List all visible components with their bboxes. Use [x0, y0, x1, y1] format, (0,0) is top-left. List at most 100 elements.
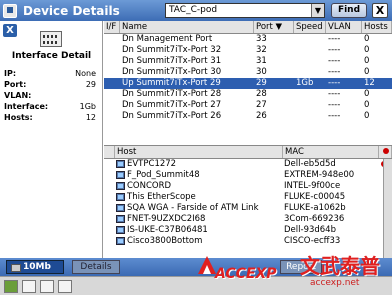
window-title: Device Details [23, 3, 120, 18]
host-mac: 3Com-669236 [284, 214, 345, 224]
host-row[interactable]: This EtherScope FLUKE-c00045 [104, 192, 392, 203]
col-select[interactable] [104, 146, 115, 158]
port-row[interactable]: Dn Summit7iTx-Port 31 31 ---- 0 [104, 56, 392, 67]
port-cell-if [104, 89, 120, 100]
network-icon[interactable] [22, 280, 36, 293]
port-cell-speed [294, 89, 326, 100]
port-cell-port: 27 [256, 100, 267, 110]
device-search-combobox[interactable]: TAC_C-pod ▼ [165, 3, 325, 18]
host-mac: Dell-93d64b [284, 225, 336, 235]
port-cell-vlan: ---- [328, 45, 341, 55]
host-name: CONCORD [127, 181, 172, 191]
host-mac: EXTREM-948e00 [284, 170, 355, 180]
port-cell-speed [294, 34, 326, 45]
col-name[interactable]: Name [120, 21, 254, 33]
col-hosts[interactable]: Hosts [362, 21, 392, 33]
detail-vlan: VLAN: [4, 91, 32, 100]
port-cell-hosts: 12 [364, 78, 375, 88]
detail-interface: Interface: 1Gb [4, 102, 96, 111]
col-host[interactable]: Host [115, 146, 283, 158]
port-cell-port: 33 [256, 34, 267, 44]
port-cell-vlan: ---- [328, 89, 341, 99]
port-cell-speed [294, 56, 326, 67]
port-cell-hosts: 0 [364, 89, 370, 99]
port-cell-name: Up Summit7iTx-Port 29 [122, 78, 221, 88]
port-cell-name: Dn Summit7iTx-Port 32 [122, 45, 222, 55]
port-row[interactable]: Dn Summit7iTx-Port 27 27 ---- 0 [104, 100, 392, 111]
port-cell-port: 28 [256, 89, 267, 99]
home-icon[interactable] [4, 280, 18, 293]
host-select-cell[interactable] [104, 170, 115, 181]
host-select-cell[interactable] [104, 181, 115, 192]
port-row[interactable]: Dn Summit7iTx-Port 32 32 ---- 0 [104, 45, 392, 56]
host-row[interactable]: IS-UKE-C37B06481 Dell-93d64b [104, 225, 392, 236]
host-select-cell[interactable] [104, 203, 115, 214]
port-row[interactable]: Dn Summit7iTx-Port 28 28 ---- 0 [104, 89, 392, 100]
col-status[interactable] [379, 146, 392, 158]
col-mac[interactable]: MAC [283, 146, 379, 158]
computer-icon [116, 193, 125, 201]
port-cell-if [104, 34, 120, 45]
host-row[interactable]: Cisco3800Bottom CISCO-ecff33 [104, 236, 392, 247]
port-cell-speed [294, 111, 326, 122]
close-window-button[interactable]: X [372, 3, 388, 18]
port-cell-if [104, 45, 120, 56]
host-mac: Dell-eb5d5d [284, 159, 336, 169]
port-row[interactable]: Up Summit7iTx-Port 29 29 1Gb ---- 12 [104, 78, 392, 89]
ports-table: I/F Name Port ▼ Speed VLAN Hosts Dn Mana… [104, 21, 392, 145]
host-row[interactable]: F_Pod_Summit48 EXTREM-948e00 [104, 170, 392, 181]
port-cell-name: Dn Summit7iTx-Port 30 [122, 67, 222, 77]
port-cell-port: 32 [256, 45, 267, 55]
find-button[interactable]: Find [331, 3, 367, 18]
host-select-cell[interactable] [104, 214, 115, 225]
port-cell-name: Dn Summit7iTx-Port 27 [122, 100, 222, 110]
port-cell-if [104, 100, 120, 111]
settings-icon[interactable] [58, 280, 72, 293]
host-select-cell[interactable] [104, 236, 115, 247]
computer-icon [116, 226, 125, 234]
close-icon[interactable]: X [3, 24, 17, 37]
host-select-cell[interactable] [104, 192, 115, 203]
port-cell-port: 30 [256, 67, 267, 77]
col-vlan[interactable]: VLAN [326, 21, 362, 33]
interface-detail-pane: X Interface Detail IP: None Port: 29 VLAN:… [0, 21, 103, 258]
col-port[interactable]: Port ▼ [254, 21, 294, 33]
chevron-down-icon[interactable]: ▼ [311, 4, 324, 17]
hosts-table-header: Host MAC [104, 146, 392, 159]
port-cell-port: 26 [256, 111, 267, 121]
switch-device-icon [40, 31, 62, 47]
watermark-url: accexp.net [310, 278, 360, 288]
port-cell-name: Dn Management Port [122, 34, 213, 44]
port-cell-speed [294, 100, 326, 111]
host-name: SQA WGA - Farside of ATM Link [127, 203, 259, 213]
interface-detail-heading: Interface Detail [11, 51, 92, 61]
host-select-cell[interactable] [104, 225, 115, 236]
tools-icon[interactable] [40, 280, 54, 293]
hosts-scrollbar[interactable] [383, 159, 392, 259]
port-row[interactable]: Dn Management Port 33 ---- 0 [104, 34, 392, 45]
host-row[interactable]: SQA WGA - Farside of ATM Link FLUKE-a1062… [104, 203, 392, 214]
col-if[interactable]: I/F [104, 21, 120, 33]
host-mac: FLUKE-c00045 [284, 192, 346, 202]
port-cell-hosts: 0 [364, 67, 370, 77]
details-button[interactable]: Details [72, 260, 120, 274]
host-name: Cisco3800Bottom [127, 236, 203, 246]
host-row[interactable]: FNET-9UZXDC2I68 3Com-669236 [104, 214, 392, 225]
port-row[interactable]: Dn Summit7iTx-Port 30 30 ---- 0 [104, 67, 392, 78]
link-speed-button[interactable]: 10Mb [6, 260, 64, 274]
col-speed[interactable]: Speed [294, 21, 326, 33]
port-cell-name: Dn Summit7iTx-Port 26 [122, 111, 222, 121]
host-row[interactable]: CONCORD INTEL-9f00ce [104, 181, 392, 192]
port-cell-speed: 1Gb [296, 78, 314, 88]
port-cell-port: 31 [256, 56, 267, 66]
port-row[interactable]: Dn Summit7iTx-Port 26 26 ---- 0 [104, 111, 392, 122]
host-select-cell[interactable] [104, 159, 115, 170]
hosts-table: Host MAC EVTPC1272 Dell-eb5d5d F_Pod_Summi… [104, 145, 392, 259]
port-cell-hosts: 0 [364, 56, 370, 66]
host-name: F_Pod_Summit48 [127, 170, 200, 180]
watermark-brand: ACCEXP [215, 266, 277, 282]
host-mac: FLUKE-a1062b [284, 203, 346, 213]
app-icon [3, 3, 17, 18]
port-cell-name: Dn Summit7iTx-Port 31 [122, 56, 222, 66]
host-row[interactable]: EVTPC1272 Dell-eb5d5d [104, 159, 392, 170]
